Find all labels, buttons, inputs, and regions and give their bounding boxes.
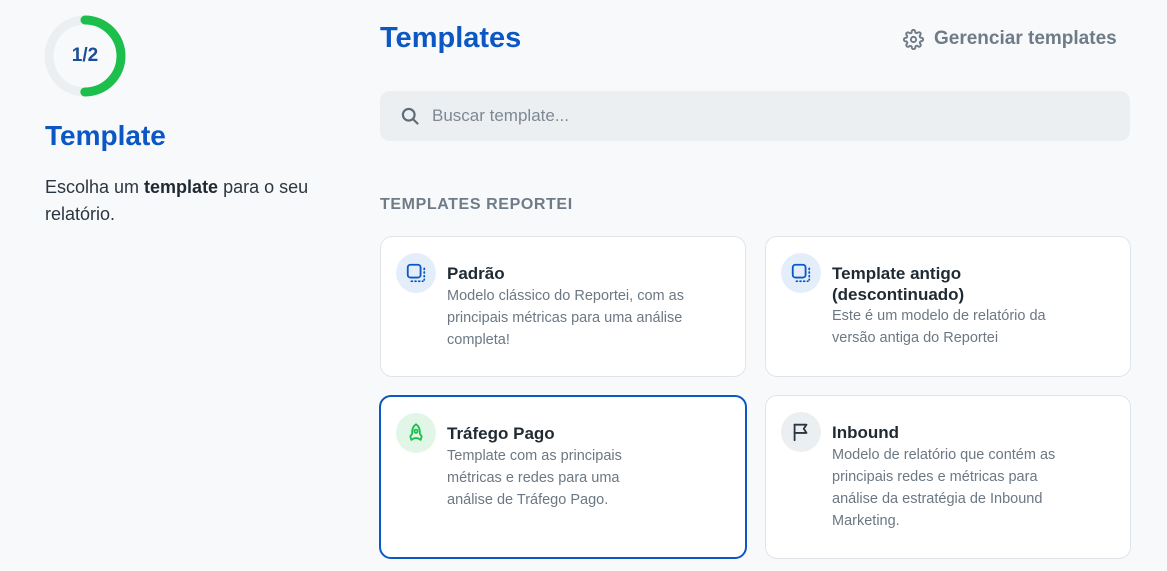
template-card-description: Este é um modelo de relatório da versão … — [832, 308, 1046, 346]
template-card-description: Modelo clássico do Reportei, com as prin… — [447, 288, 684, 348]
rocket-icon — [396, 413, 436, 453]
flag-icon — [781, 412, 821, 452]
manage-templates-label: Gerenciar templates — [934, 28, 1117, 49]
template-card-template-antigo[interactable]: Template antigo (descontinuado) Este é u… — [765, 236, 1131, 377]
step-description-prefix: Escolha um — [45, 177, 145, 197]
progress-ring: 1/2 — [44, 15, 126, 97]
template-card-inbound[interactable]: Inbound Modelo de relatório que contém a… — [765, 395, 1131, 559]
template-card-description: Template com as principais métricas e re… — [447, 448, 622, 508]
step-description-bold: template — [144, 177, 219, 197]
template-card-trafego-pago[interactable]: Tráfego Pago Template com as principais … — [379, 395, 747, 559]
step-title: Template — [45, 120, 166, 151]
progress-label: 1/2 — [71, 45, 99, 66]
template-card-title: Template antigo (descontinuado) — [832, 264, 965, 304]
template-card-title: Inbound — [832, 423, 900, 442]
layout-icon — [781, 253, 821, 293]
search-input[interactable] — [432, 106, 1112, 126]
template-card-title: Tráfego Pago — [447, 424, 555, 443]
template-card-padrao[interactable]: Padrão Modelo clássico do Reportei, com … — [380, 236, 746, 377]
template-card-title: Padrão — [447, 264, 505, 283]
template-card-description: Modelo de relatório que contém as princi… — [832, 447, 1056, 529]
page-title: Templates — [380, 22, 522, 54]
step-description: Escolha um template para o seu relatório… — [45, 174, 335, 228]
search-box[interactable] — [380, 91, 1130, 141]
section-label: TEMPLATES REPORTEI — [380, 196, 573, 213]
manage-templates-button[interactable]: Gerenciar templates — [903, 26, 1117, 52]
gear-icon — [903, 28, 924, 50]
search-icon — [400, 106, 420, 126]
layout-icon — [396, 253, 436, 293]
